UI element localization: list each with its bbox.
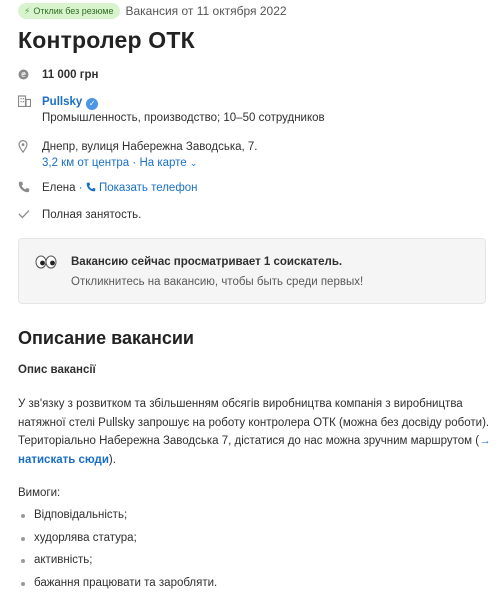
lightning-icon: ⚡ [24,6,31,16]
requirements-label: Вимоги: [18,487,61,499]
employment-row: Полная занятость. [18,207,141,223]
job-title: Контролер ОТК [18,27,195,53]
list-item: Відповідальність; [18,506,217,529]
map-link[interactable]: На карте ⌄ [139,157,197,169]
description-heading: Описание вакансии [18,328,195,348]
map-link-label: На карте [139,157,187,169]
no-resume-badge: ⚡ Отклик без резюме [18,3,121,19]
paragraph-end: ). [108,453,116,466]
paragraph-text: У зв'язку з розвитком та збільшенням обс… [18,398,490,447]
verified-icon: ✓ [86,98,99,110]
address-separator: · [132,157,137,169]
checkmark-icon [18,207,34,221]
phone-link-icon [86,182,96,192]
show-phone-link[interactable]: Показать телефон [86,182,198,194]
viewers-notice: Вакансию сейчас просматривает 1 соискате… [18,238,486,304]
address-line: Днепр, вулиця Набережна Заводська, 7. [42,141,258,153]
company-row: Pullsky ✓ Промышленность, производство; 1… [18,94,325,126]
show-phone-label: Показать телефон [98,182,198,194]
distance-link[interactable]: 3,2 км от центра [42,157,129,169]
list-item: активність; [18,551,217,574]
top-line: ⚡ Отклик без резюме Вакансия от 11 октяб… [18,3,287,19]
eyes-icon [35,255,57,269]
badge-label: Отклик без резюме [33,6,114,16]
posted-date: Вакансия от 11 октября 2022 [125,4,287,18]
coin-icon: ₴ [18,67,34,81]
notice-subtitle: Откликнитесь на вакансию, чтобы быть сре… [71,276,364,288]
building-icon [18,94,34,108]
description-subheading: Опис вакансії [18,364,96,376]
employment-type: Полная занятость. [42,209,142,221]
salary-value: 11 000 грн [42,69,99,81]
requirements-list: Відповідальність; худорлява статура; акт… [18,506,217,596]
chevron-down-icon: ⌄ [189,158,198,168]
contact-row: Елена · Показать телефон [18,180,198,196]
list-item: бажання працювати та заробляти. [18,574,217,597]
salary-row: ₴ 11 000 грн [18,67,99,83]
notice-title: Вакансию сейчас просматривает 1 соискате… [71,256,343,268]
company-link[interactable]: Pullsky [42,96,82,108]
company-details: Промышленность, производство; 10–50 сотр… [42,112,325,124]
description-paragraph: У зв'язку з розвитком та збільшенням обс… [18,395,493,469]
svg-text:₴: ₴ [21,71,27,79]
address-row: Днепр, вулиця Набережна Заводська, 7. 3,… [18,139,257,171]
contact-separator: · [78,182,83,194]
list-item: худорлява статура; [18,529,217,552]
phone-icon [18,180,34,194]
contact-name: Елена [42,182,76,194]
location-pin-icon [18,139,34,153]
